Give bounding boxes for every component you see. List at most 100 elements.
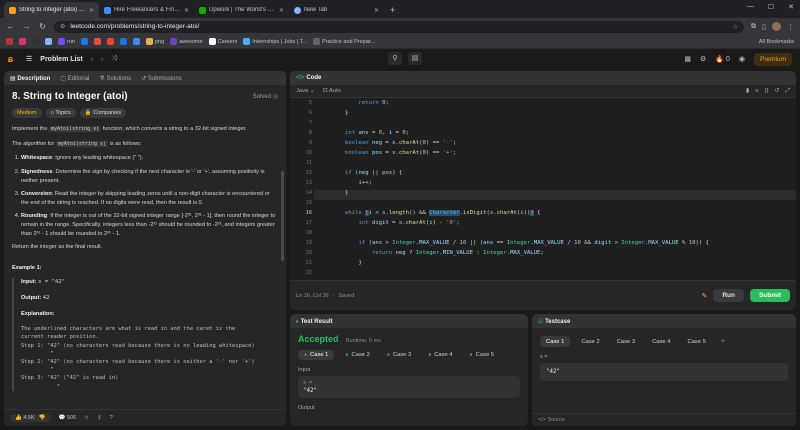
favorite-icon[interactable]: ☆ xyxy=(84,415,89,421)
bookmark-item[interactable] xyxy=(106,38,114,45)
back-icon[interactable]: ← xyxy=(6,22,15,31)
bookmark-item[interactable] xyxy=(93,38,101,45)
bookmark-item[interactable] xyxy=(132,38,140,45)
result-case-1[interactable]: ● Case 1 xyxy=(298,350,335,360)
layout-icon[interactable]: ▦ xyxy=(684,55,691,63)
code-tab[interactable]: </> Code xyxy=(296,75,321,81)
bookmark-item[interactable] xyxy=(32,38,39,45)
bookmark-item[interactable]: awesome xyxy=(170,38,203,45)
browser-tab-newtab[interactable]: New Tab ✕ xyxy=(289,2,384,18)
browser-tab-freelancer[interactable]: Hire Freelancers & Find Freelanc ✕ xyxy=(99,2,194,18)
bookmark-favicon-icon xyxy=(32,38,39,45)
profile-avatar[interactable] xyxy=(772,22,781,31)
prev-problem-icon[interactable]: ‹ xyxy=(91,56,93,63)
browser-tab-leetcode[interactable]: String to Integer (atoi) - LeetCo ✕ xyxy=(4,2,99,18)
bookmark-favicon-icon xyxy=(312,38,320,45)
bookmark-item[interactable]: Careers xyxy=(208,38,237,45)
debug-icon[interactable]: ⚲ xyxy=(388,52,402,65)
leetcode-logo-icon[interactable]: ɕ xyxy=(8,54,18,64)
comments-button[interactable]: 💬 506 xyxy=(59,415,77,421)
run-button[interactable]: Run xyxy=(713,289,744,302)
help-icon[interactable]: ? xyxy=(110,415,113,421)
bookmark-star-icon[interactable]: ☆ xyxy=(732,23,738,31)
submit-button[interactable]: Submit xyxy=(749,289,790,302)
close-icon[interactable]: ✕ xyxy=(279,7,284,14)
extensions-icon[interactable]: ⧉ xyxy=(751,23,756,31)
avatar[interactable]: ◉ xyxy=(739,55,745,63)
bookmark-item[interactable] xyxy=(80,38,88,45)
tab-submissions[interactable]: ↺ Submissions xyxy=(141,75,182,82)
result-case-5[interactable]: ● Case 5 xyxy=(464,350,500,360)
language-select[interactable]: Java ⌄ xyxy=(296,88,315,94)
close-icon[interactable]: ✕ xyxy=(184,7,189,14)
bookmark-item[interactable]: Internships | Jobs | T... xyxy=(243,38,307,45)
sidepanel-icon[interactable]: ▯ xyxy=(762,23,766,31)
tab-description[interactable]: ▤ Description xyxy=(10,75,50,82)
add-testcase-button[interactable]: + xyxy=(717,336,729,347)
bookmark-item[interactable] xyxy=(45,38,52,45)
auto-mode[interactable]: ⊡ Auto xyxy=(323,88,341,94)
all-bookmarks-button[interactable]: All Bookmarks xyxy=(759,39,794,45)
browser-tab-upwork[interactable]: Upwork | The World's Work Mar ✕ xyxy=(194,2,289,18)
testcase-2[interactable]: Case 2 xyxy=(575,336,605,347)
bookmark-icon[interactable]: ▮ xyxy=(746,88,749,95)
problem-list-link[interactable]: Problem List xyxy=(40,56,82,63)
fullscreen-icon[interactable]: ⤢ xyxy=(785,88,790,95)
dot-icon: ● xyxy=(304,352,308,358)
difficulty-chip[interactable]: Medium xyxy=(12,107,42,119)
companies-chip[interactable]: 🔒 Companies xyxy=(79,107,127,119)
source-link[interactable]: </> Source xyxy=(538,417,565,423)
site-info-icon[interactable]: ⚙ xyxy=(60,23,65,30)
bookmark-item[interactable]: Practice and Prepar... xyxy=(312,38,375,45)
testcase-input[interactable]: "42" xyxy=(540,363,788,381)
shuffle-icon[interactable]: ⤨ xyxy=(111,55,117,63)
bookmark-favicon-icon xyxy=(19,38,26,45)
maximize-icon[interactable]: ☐ xyxy=(768,3,774,11)
bookmark-item[interactable] xyxy=(119,38,127,45)
share-icon[interactable]: ⇪ xyxy=(97,415,102,421)
testcase-5[interactable]: Case 5 xyxy=(682,336,712,347)
format-icon[interactable]: ≡ xyxy=(755,88,758,95)
result-case-4[interactable]: ● Case 4 xyxy=(422,350,458,360)
tab-solutions[interactable]: ⚗ Solutions xyxy=(99,75,131,82)
testcase-4[interactable]: Case 4 xyxy=(646,336,676,347)
bookmark-item[interactable]: png xyxy=(145,38,164,45)
topics-chip[interactable]: ⌂ Topics xyxy=(45,107,76,119)
result-case-3[interactable]: ● Case 3 xyxy=(381,350,417,360)
testcase-3[interactable]: Case 3 xyxy=(611,336,641,347)
minimize-icon[interactable]: — xyxy=(747,3,754,11)
code-line: if (neg || pos) { xyxy=(345,170,403,176)
bookmark-favicon-icon xyxy=(145,38,153,45)
forward-icon[interactable]: → xyxy=(22,22,31,31)
code-line: return neg ? Integer.MIN_VALUE : Integer… xyxy=(371,250,544,256)
line-number: 13 xyxy=(305,180,312,186)
reset-icon[interactable]: ↺ xyxy=(775,88,780,95)
close-icon[interactable]: ✕ xyxy=(374,7,379,14)
url-bar[interactable]: ⚙ leetcode.com/problems/string-to-intege… xyxy=(54,20,745,33)
dislike-icon[interactable]: 👎 xyxy=(39,415,46,421)
notes-icon[interactable]: ▤ xyxy=(408,52,422,65)
bookmark-item[interactable] xyxy=(6,38,13,45)
close-window-icon[interactable]: ✕ xyxy=(788,3,794,11)
testcase-tab[interactable]: ☑ Testcase xyxy=(538,318,570,325)
new-tab-button[interactable]: + xyxy=(384,2,401,18)
testcase-1[interactable]: Case 1 xyxy=(540,336,571,347)
reload-icon[interactable]: ↻ xyxy=(38,22,47,31)
problem-list-icon[interactable]: ☰ xyxy=(26,55,32,63)
result-case-2[interactable]: ● Case 2 xyxy=(339,350,375,360)
braces-icon[interactable]: {} xyxy=(765,88,769,95)
streak-counter[interactable]: 🔥 0 xyxy=(715,55,730,63)
bookmark-item[interactable] xyxy=(19,38,26,45)
next-problem-icon[interactable]: › xyxy=(101,56,103,63)
menu-icon[interactable]: ⋮ xyxy=(787,23,794,31)
premium-button[interactable]: Premium xyxy=(753,52,792,66)
bookmark-item[interactable]: run xyxy=(58,38,75,45)
settings-icon[interactable]: ⚙ xyxy=(700,55,706,63)
like-button[interactable]: 👍 4.5K xyxy=(15,415,35,421)
code-editor[interactable]: return 0; } int ans = 0, i = 0; boolean … xyxy=(290,98,796,280)
tab-editorial[interactable]: ▢ Editorial xyxy=(60,75,89,82)
scrollbar[interactable] xyxy=(281,171,284,261)
note-icon[interactable]: ✎ xyxy=(701,292,707,300)
test-result-tab[interactable]: ▸ Test Result xyxy=(296,318,333,325)
close-icon[interactable]: ✕ xyxy=(89,7,94,14)
